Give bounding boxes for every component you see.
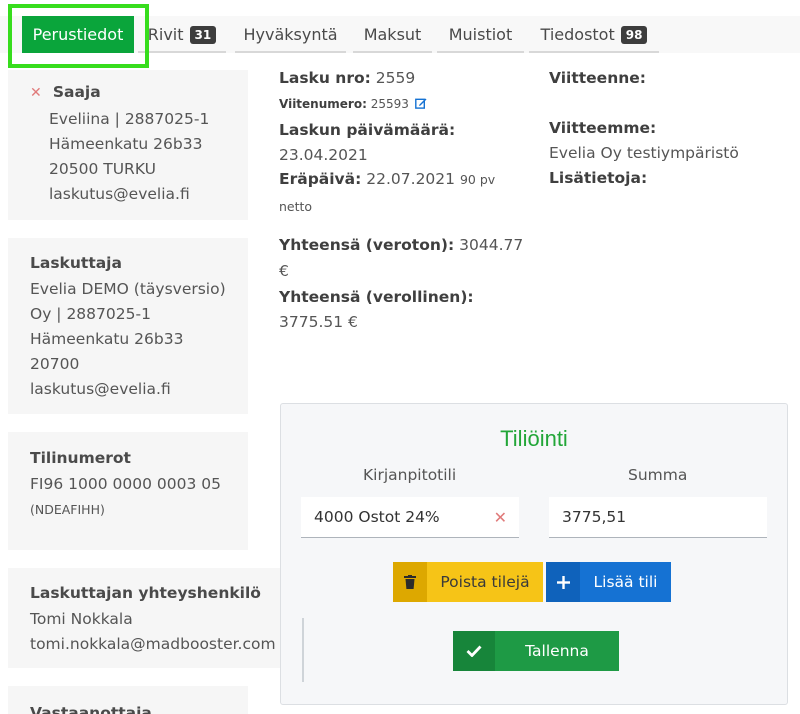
accounting-panel: Tiliöinti Kirjanpitotili Summa 4000 Osto…: [280, 403, 788, 705]
accounts-card: Tilinumerot FI96 1000 0000 0003 05 (NDEA…: [8, 432, 248, 550]
invoice-date-label: Laskun päivämäärä:: [279, 121, 456, 139]
tab-muistiot[interactable]: Muistiot: [437, 16, 524, 53]
recipient-card: ✕ Saaja Eveliina | 2887025-1 Hämeenkatu …: [8, 70, 248, 220]
invoice-date: 23.04.2021: [279, 146, 368, 164]
due-date: 22.07.2021: [366, 170, 456, 188]
account-select[interactable]: 4000 Ostot 24% ✕: [301, 497, 519, 538]
sum-column-header: Summa: [628, 466, 688, 484]
biller-title: Laskuttaja: [30, 254, 122, 272]
recipient-line: laskutus@evelia.fi: [49, 185, 190, 203]
recipient-line: Eveliina | 2887025-1: [49, 110, 210, 128]
tab-maksut[interactable]: Maksut: [353, 16, 432, 53]
add-account-button[interactable]: Lisää tili: [546, 562, 671, 602]
save-button[interactable]: Tallenna: [453, 631, 619, 671]
biller-line: 20700: [30, 355, 80, 373]
recipient-line: 20500 TURKU: [49, 160, 156, 178]
reference-info: Viitteenne: Viitteemme: Evelia Oy testiy…: [549, 66, 794, 196]
account-column-header: Kirjanpitotili: [363, 466, 457, 484]
reference-label: Viitenumero:: [279, 97, 367, 111]
contact-title: Laskuttajan yhteyshenkilö: [30, 584, 261, 602]
total-excl-currency: €: [279, 262, 289, 280]
edit-icon[interactable]: [414, 97, 427, 109]
tab-count-badge: 31: [189, 25, 217, 44]
payment-terms-days: 90 pv: [459, 172, 496, 187]
remove-recipient-icon[interactable]: ✕: [30, 85, 42, 101]
recipient-line: Hämeenkatu 26b33: [49, 135, 203, 153]
remove-accounts-button[interactable]: Poista tilejä: [393, 562, 543, 602]
due-date-label: Eräpäivä:: [279, 170, 362, 188]
total-excl: 3044.77: [459, 236, 524, 254]
recipient-title: Saaja: [52, 83, 101, 101]
receiver-title: Vastaanottaja: [30, 704, 152, 714]
contact-email: tomi.nokkala@madbooster.com: [30, 635, 276, 653]
clear-account-icon[interactable]: ✕: [494, 508, 507, 527]
tab-count-badge: 98: [620, 25, 648, 44]
add-account-label: Lisää tili: [593, 573, 658, 591]
reference-number: 25593: [370, 97, 409, 111]
sum-input[interactable]: 3775,51: [549, 497, 767, 538]
total-excl-label: Yhteensä (veroton):: [279, 236, 455, 254]
payment-terms-net: netto: [279, 199, 313, 214]
check-icon: [453, 631, 495, 671]
contact-name: Tomi Nokkala: [30, 610, 133, 628]
total-incl: 3775.51 €: [279, 313, 358, 331]
accounting-title: Tiliöinti: [500, 426, 568, 451]
your-reference-label: Viitteenne:: [549, 69, 646, 87]
account-value: 4000 Ostot 24%: [314, 508, 440, 526]
tab-tiedostot[interactable]: Tiedostot 98: [529, 16, 659, 53]
biller-line: laskutus@evelia.fi: [30, 380, 171, 398]
invoice-number: 2559: [375, 69, 416, 87]
total-incl-label: Yhteensä (verollinen):: [279, 288, 474, 306]
receiver-card: Vastaanottaja: [8, 686, 248, 714]
plus-icon: [546, 562, 580, 602]
biller-line: Oy | 2887025-1: [30, 305, 151, 323]
tab-bar: Perustiedot Rivit 31 Hyväksyntä Maksut M…: [0, 0, 800, 70]
extra-info-label: Lisätietoja:: [549, 169, 648, 187]
tab-hyvaksynta[interactable]: Hyväksyntä: [235, 16, 346, 53]
contact-card: Laskuttajan yhteyshenkilö Tomi Nokkala t…: [8, 568, 280, 668]
iban: FI96 1000 0000 0003 05: [30, 475, 221, 493]
tab-label: Rivit: [147, 25, 184, 44]
our-reference-label: Viitteemme:: [549, 119, 657, 137]
tab-label: Hyväksyntä: [243, 25, 338, 44]
bic: (NDEAFIHH): [30, 502, 105, 517]
biller-card: Laskuttaja Evelia DEMO (täysversio) Oy |…: [8, 238, 248, 414]
invoice-number-label: Lasku nro:: [279, 69, 371, 87]
save-label: Tallenna: [525, 642, 589, 660]
remove-accounts-label: Poista tilejä: [440, 573, 530, 591]
sum-value: 3775,51: [562, 508, 627, 526]
tab-label: Maksut: [363, 25, 422, 44]
tab-focus-ring: [8, 4, 149, 68]
tab-label: Tiedostot: [540, 25, 615, 44]
invoice-info: Lasku nro: 2559 Viitenumero: 25593 Lasku…: [279, 66, 529, 336]
tab-rivit[interactable]: Rivit 31: [138, 16, 226, 53]
our-reference: Evelia Oy testiympäristö: [549, 144, 739, 162]
trash-icon: [393, 562, 427, 602]
divider: [302, 618, 304, 682]
tab-label: Muistiot: [448, 25, 513, 44]
accounts-title: Tilinumerot: [30, 449, 131, 467]
biller-line: Hämeenkatu 26b33: [30, 330, 184, 348]
biller-line: Evelia DEMO (täysversio): [30, 280, 226, 298]
